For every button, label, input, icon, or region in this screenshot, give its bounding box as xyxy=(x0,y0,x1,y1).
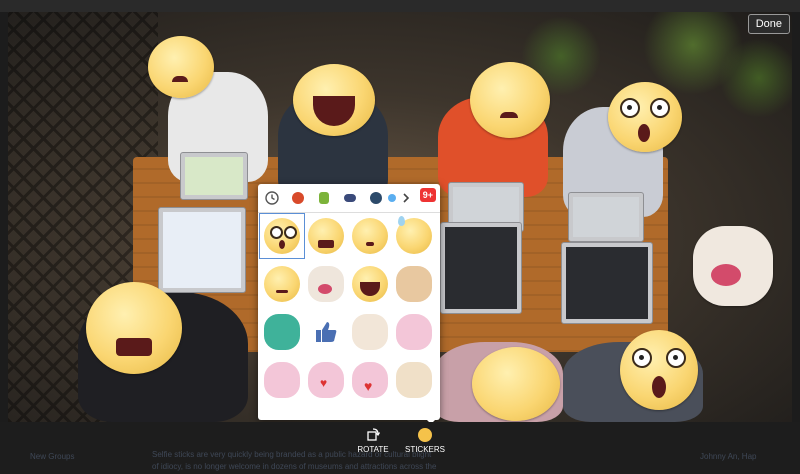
stickers-label: STICKERS xyxy=(404,445,445,454)
laughing-emoji-sticker[interactable] xyxy=(293,64,375,136)
sticker-bird-love[interactable] xyxy=(392,358,436,402)
sticker-birds[interactable] xyxy=(392,262,436,306)
sticker-laughing[interactable] xyxy=(348,262,392,306)
stickers-icon xyxy=(418,428,432,442)
sticker-count-badge[interactable]: 9+ xyxy=(419,188,436,202)
laptop-5 xyxy=(568,192,644,242)
done-button[interactable]: Done xyxy=(747,14,790,34)
dog-sticker[interactable] xyxy=(693,226,773,306)
recent-icon[interactable] xyxy=(262,188,282,208)
sticker-dizzy[interactable] xyxy=(348,214,392,258)
bg-left-item: New Groups xyxy=(30,452,75,461)
sticker-pink-blob-glasses[interactable] xyxy=(392,310,436,354)
rotate-icon xyxy=(367,428,380,441)
sticker-pink-blob-hearts[interactable]: ♥ xyxy=(304,358,348,402)
sticker-pink-blob[interactable] xyxy=(260,358,304,402)
sticker-worried[interactable] xyxy=(260,262,304,306)
laptop-4 xyxy=(440,222,522,314)
sticker-cactus[interactable] xyxy=(260,310,304,354)
rotate-button[interactable]: ROTATE xyxy=(343,428,403,454)
surprised-emoji-sticker[interactable] xyxy=(620,330,698,410)
shocked-emoji-sticker[interactable] xyxy=(608,82,682,152)
bg-middle-line2: of idiocy, is no longer welcome in dozen… xyxy=(152,462,437,471)
more-chevron-icon[interactable] xyxy=(396,188,416,208)
worried-emoji-sticker[interactable] xyxy=(470,62,550,138)
laptop-1 xyxy=(180,152,248,200)
sticker-pack-1-icon[interactable] xyxy=(288,188,308,208)
thumbs-up-icon[interactable] xyxy=(304,310,348,354)
top-bar xyxy=(0,0,800,12)
sticker-picker: 9+ ♥ ♥ xyxy=(258,184,440,420)
stickers-button[interactable]: STICKERS xyxy=(395,428,455,454)
sticker-cat-hug[interactable] xyxy=(348,310,392,354)
laptop-2 xyxy=(158,207,246,293)
sticker-pack-3-icon[interactable] xyxy=(340,188,360,208)
laptop-6 xyxy=(561,242,653,324)
bottom-toolbar: New Groups Selfie sticks are very quickl… xyxy=(0,422,800,474)
sticker-pink-blob-heart[interactable]: ♥ xyxy=(348,358,392,402)
rotate-label: ROTATE xyxy=(357,445,389,454)
bg-right-item: Johnny An, Hap xyxy=(700,452,757,461)
sticker-grid: ♥ ♥ xyxy=(258,212,440,420)
sweat-emoji-sticker[interactable] xyxy=(148,36,214,98)
sticker-dog-kiss[interactable] xyxy=(304,262,348,306)
sticker-pack-2-icon[interactable] xyxy=(314,188,334,208)
annoyed-emoji-sticker[interactable] xyxy=(86,282,182,374)
sticker-annoyed[interactable] xyxy=(304,214,348,258)
sticker-sweat[interactable] xyxy=(392,214,436,258)
sticker-shocked[interactable] xyxy=(259,213,305,259)
dizzy-emoji-sticker[interactable] xyxy=(472,347,560,421)
sticker-tabs: 9+ xyxy=(258,184,440,213)
